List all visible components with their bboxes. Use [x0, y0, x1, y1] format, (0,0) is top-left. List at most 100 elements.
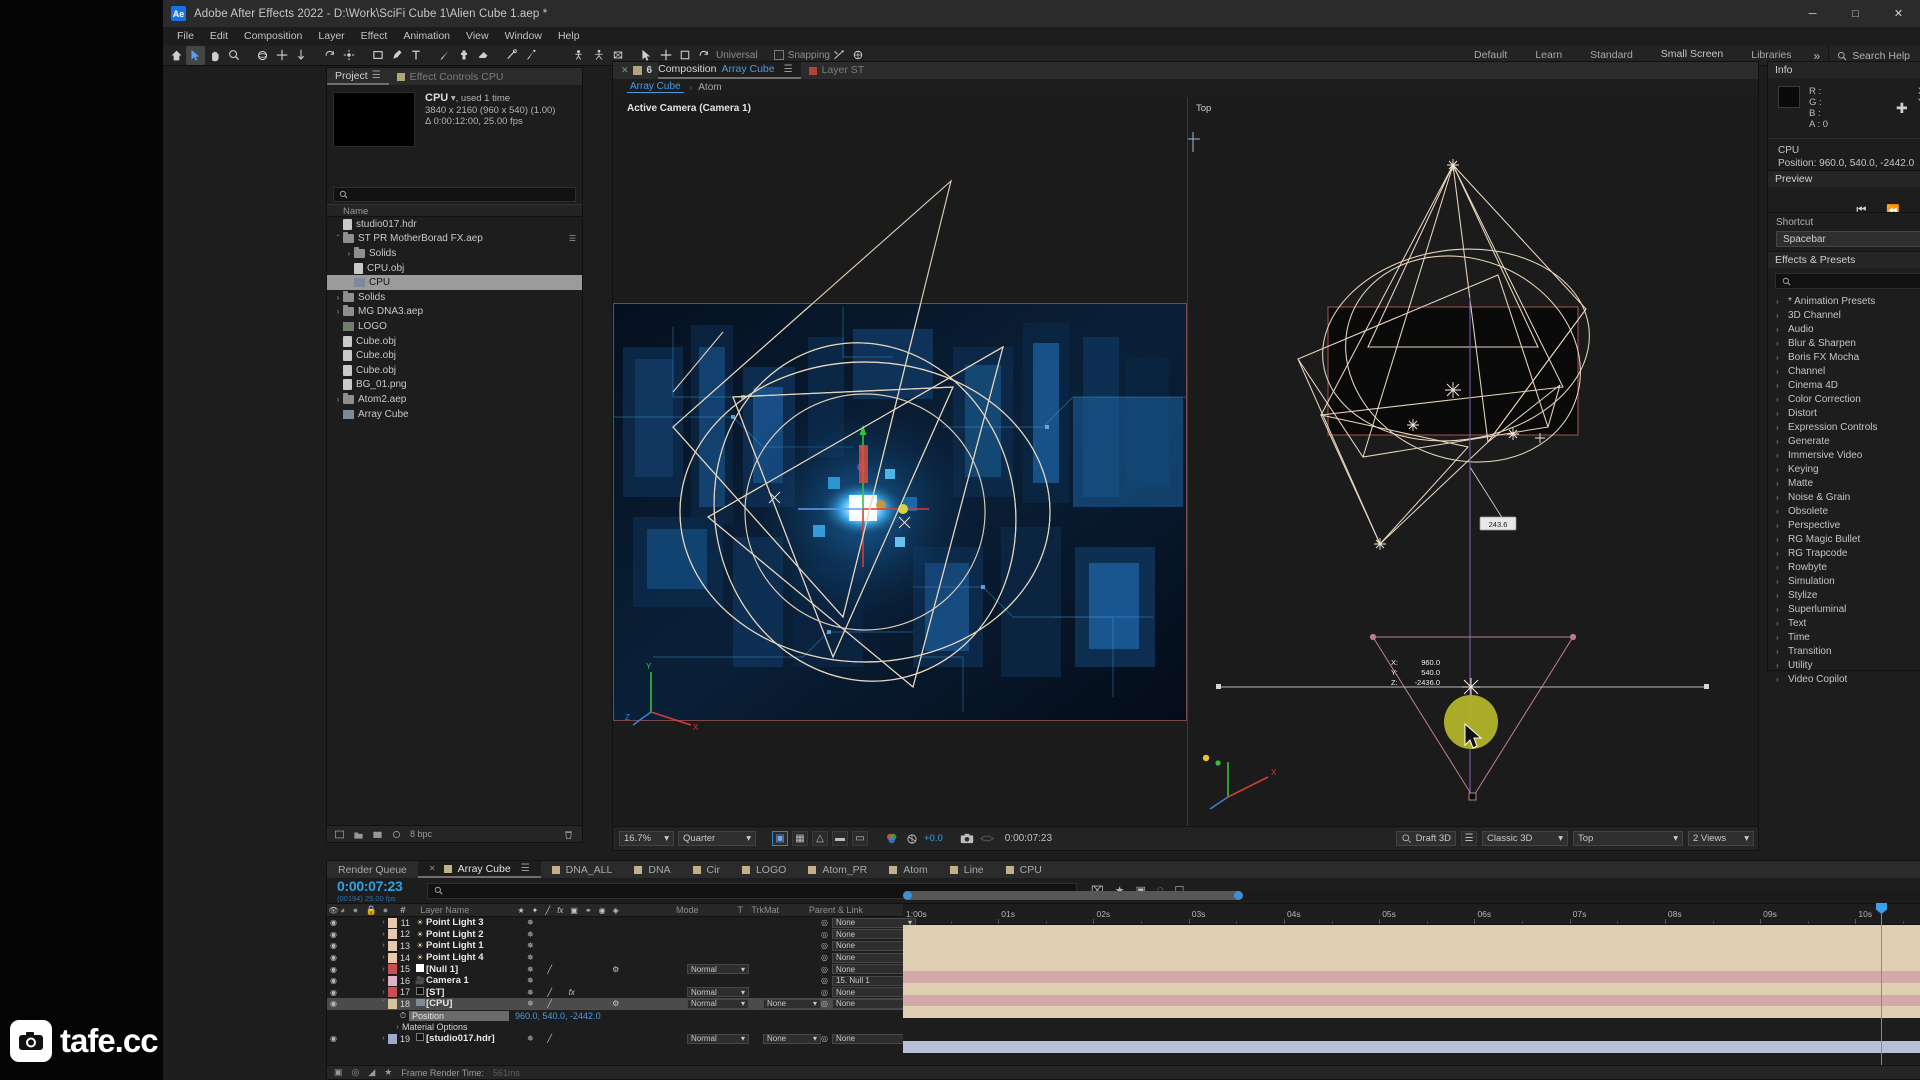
comp-tab-close-icon[interactable]: ✕	[613, 65, 633, 76]
project-list-item[interactable]: › Atom2.aep	[327, 392, 582, 407]
effects-category-row[interactable]: › Stylize	[1768, 588, 1920, 602]
current-time-indicator[interactable]	[1876, 903, 1887, 1065]
timeline-tab[interactable]: Atom	[878, 861, 939, 878]
timeline-layer-bar[interactable]	[903, 994, 1920, 1007]
toggle-3d-view-icon[interactable]: △	[812, 831, 828, 846]
orbit-tool[interactable]	[253, 46, 272, 65]
layer-quality-switch[interactable]: ╱	[544, 965, 556, 974]
layer-3d-layer-switch[interactable]: ⚙	[610, 999, 622, 1008]
layer-label-color[interactable]	[388, 929, 397, 940]
effects-category-row[interactable]: › Time	[1768, 630, 1920, 644]
layer-video-toggle[interactable]: ◉	[327, 930, 340, 939]
rotation-tool[interactable]	[320, 46, 339, 65]
layer-twirl-icon[interactable]: ›	[379, 989, 388, 996]
twirl-icon[interactable]: ›	[1776, 325, 1783, 334]
twirl-icon[interactable]: ›	[1776, 451, 1783, 460]
extended-viewer-icon[interactable]: ☰	[1461, 831, 1477, 846]
project-list-item[interactable]: › MG DNA3.aep	[327, 305, 582, 320]
toggle-switches-modes-icon[interactable]: ▣	[334, 1067, 343, 1078]
exposure-value[interactable]: +0.0	[924, 833, 943, 844]
layer-mode-dropdown[interactable]: Normal ▾	[687, 987, 749, 998]
project-list-item[interactable]: studio017.hdr	[327, 217, 582, 232]
effects-category-row[interactable]: › RG Trapcode	[1768, 546, 1920, 560]
layer-mode-dropdown[interactable]: Normal ▾	[687, 1033, 749, 1044]
tab-close-icon[interactable]: ✕	[429, 864, 436, 873]
effects-category-row[interactable]: › Expression Controls	[1768, 420, 1920, 434]
layer-twirl-icon[interactable]: ›	[379, 977, 388, 984]
twirl-icon[interactable]: ›	[1776, 395, 1783, 404]
bit-depth-icon[interactable]	[334, 829, 345, 840]
project-search-field[interactable]	[352, 189, 565, 200]
layer-name[interactable]: [Null 1]	[426, 964, 522, 975]
layer-effects-switch[interactable]: fx	[566, 988, 578, 997]
twirl-icon[interactable]: ›	[1776, 535, 1783, 544]
twirl-icon[interactable]: ›	[333, 307, 343, 316]
stopwatch-icon[interactable]: ⏱	[397, 1011, 409, 1021]
layer-label-color[interactable]	[388, 917, 397, 928]
effects-category-row[interactable]: › 3D Channel	[1768, 308, 1920, 322]
layer-video-toggle[interactable]: ◉	[327, 953, 340, 962]
draft-3d-toggle[interactable]: Draft 3D	[1395, 831, 1456, 846]
layer-3d-switch[interactable]: ✵	[527, 941, 534, 950]
view-layout-dropdown[interactable]: Top ▾	[1573, 831, 1683, 846]
zoom-tool[interactable]	[224, 46, 243, 65]
menu-help[interactable]: Help	[550, 27, 588, 45]
pan-camera-tool[interactable]	[589, 46, 608, 65]
effects-category-row[interactable]: › Audio	[1768, 322, 1920, 336]
twirl-icon[interactable]: ›	[1776, 339, 1783, 348]
new-folder-icon[interactable]	[353, 829, 364, 840]
twirl-icon[interactable]: ›	[1776, 619, 1783, 628]
hand-tool[interactable]	[205, 46, 224, 65]
layer-twirl-icon[interactable]: ›	[379, 919, 388, 926]
layer-name[interactable]: [ST]	[426, 987, 522, 998]
timeline-tab[interactable]: DNA_ALL	[541, 861, 624, 878]
layer-name[interactable]: Point Light 4	[426, 952, 522, 963]
effects-category-row[interactable]: › Cinema 4D	[1768, 378, 1920, 392]
maximize-button[interactable]: □	[1834, 0, 1877, 27]
dolly-tool[interactable]	[291, 46, 310, 65]
twirl-icon[interactable]: ›	[1776, 605, 1783, 614]
resolution-dropdown[interactable]: Quarter ▾	[678, 831, 756, 846]
zoom-level-dropdown[interactable]: 16.7% ▾	[619, 831, 674, 846]
timeline-layer-bar[interactable]	[903, 1040, 1920, 1053]
layer-label-color[interactable]	[388, 952, 397, 963]
timeline-tab[interactable]: Line	[939, 861, 995, 878]
layer-3d-layer-switch[interactable]: ⚙	[610, 965, 622, 974]
timeline-zoom-scrollbar[interactable]	[903, 891, 1920, 900]
timeline-layer-bar[interactable]	[903, 971, 1920, 983]
effects-category-row[interactable]: › Transition	[1768, 644, 1920, 658]
layer-trkmat-dropdown[interactable]: None ▾	[763, 1033, 821, 1044]
effects-category-row[interactable]: › Color Correction	[1768, 392, 1920, 406]
twirl-icon[interactable]: ›	[1776, 409, 1783, 418]
pickwhip-icon[interactable]: ◎	[821, 965, 828, 974]
timeline-layer-bar[interactable]	[903, 948, 1920, 960]
pickwhip-icon[interactable]: ◎	[821, 953, 828, 962]
layer-name[interactable]: [studio017.hdr]	[426, 1033, 522, 1044]
layer-video-toggle[interactable]: ◉	[327, 965, 340, 974]
toggle-mask-visibility-icon[interactable]: ▬	[832, 831, 848, 846]
twirl-icon[interactable]: ›	[1776, 465, 1783, 474]
toggle-pixel-aspect-icon[interactable]: ▭	[852, 831, 868, 846]
effects-category-row[interactable]: › * Animation Presets	[1768, 294, 1920, 308]
timeline-panel-menu-icon[interactable]: ☰	[521, 863, 530, 874]
layer-name[interactable]: Point Light 2	[426, 929, 522, 940]
layer-twirl-icon[interactable]: ›	[379, 954, 388, 961]
layer-label-color[interactable]	[388, 1033, 397, 1044]
col-trkmat[interactable]: TrkMat	[751, 905, 808, 915]
composition-panel-menu-icon[interactable]: ☰	[784, 61, 793, 78]
renderer-dropdown[interactable]: Classic 3D ▾	[1482, 831, 1568, 846]
motion-blur-footer-icon[interactable]: ★	[384, 1067, 392, 1078]
layer-twirl-icon[interactable]: ›	[379, 931, 388, 938]
layer-label-color[interactable]	[388, 987, 397, 998]
fast-previews-icon[interactable]	[884, 831, 900, 846]
twirl-icon[interactable]: ›	[1776, 633, 1783, 642]
top-view[interactable]: 243.6 X: 960.0 Y: 540.0 Z: -2436.0 X	[1188, 97, 1758, 826]
shortcut-dropdown[interactable]: Spacebar ▾	[1776, 231, 1920, 247]
pickwhip-icon[interactable]: ◎	[821, 941, 828, 950]
pan-tool[interactable]	[272, 46, 291, 65]
take-snapshot-icon[interactable]	[959, 831, 975, 846]
layer-quality-switch[interactable]: ╱	[544, 988, 556, 997]
layer-3d-switch[interactable]: ✵	[527, 965, 534, 974]
project-list-item[interactable]: Cube.obj	[327, 363, 582, 378]
twirl-icon[interactable]: ›	[1776, 437, 1783, 446]
